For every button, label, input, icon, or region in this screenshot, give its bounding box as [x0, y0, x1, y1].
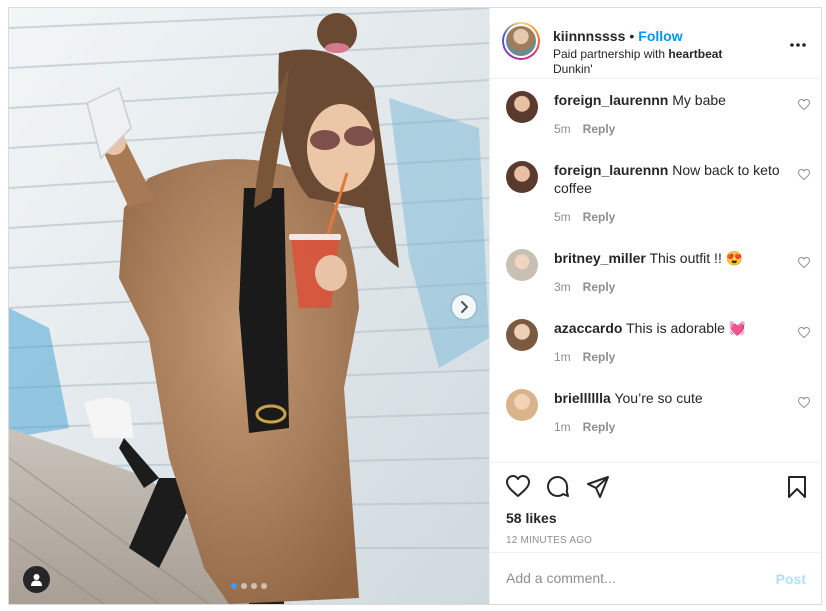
reply-button[interactable]: Reply	[583, 280, 616, 294]
instagram-post: kiinnnssss • Follow Paid partnership with …	[8, 7, 822, 605]
user-icon	[31, 574, 42, 586]
carousel-dot	[241, 583, 247, 589]
reply-button[interactable]: Reply	[583, 350, 616, 364]
post-comment-button[interactable]: Post	[776, 571, 806, 587]
heart-icon[interactable]	[798, 169, 810, 180]
commenter-avatar[interactable]	[506, 161, 538, 193]
comment-text-block: brielllllla You’re so cute	[554, 389, 780, 407]
carousel-indicator	[231, 583, 267, 589]
commenter-avatar[interactable]	[506, 249, 538, 281]
heart-icon[interactable]	[798, 257, 810, 268]
reply-button[interactable]: Reply	[583, 210, 616, 224]
comment-meta: 1m Reply	[554, 350, 615, 364]
commenter-avatar[interactable]	[506, 389, 538, 421]
reply-button[interactable]: Reply	[583, 420, 616, 434]
avatar-frame	[504, 24, 538, 58]
paper-plane-icon[interactable]	[586, 475, 610, 499]
comment-text: This outfit !! 😍	[649, 250, 744, 266]
commenter-avatar[interactable]	[506, 319, 538, 351]
comment-input[interactable]	[506, 570, 756, 586]
post-timestamp[interactable]: 12 MINUTES AGO	[506, 535, 592, 546]
comment-text: You’re so cute	[614, 390, 703, 406]
comments-list: foreign_laurennn My babe 5m Reply foreign…	[490, 79, 822, 459]
carousel-dot	[231, 583, 237, 589]
heart-icon[interactable]	[798, 397, 810, 408]
photo-illustration	[9, 8, 489, 604]
heart-icon[interactable]	[798, 99, 810, 110]
header-user-line: kiinnnssss • Follow	[553, 28, 683, 44]
location-link[interactable]: Dunkin'	[553, 62, 593, 76]
comment-age: 1m	[554, 350, 571, 364]
comment-icon[interactable]	[546, 475, 570, 499]
comment-meta: 3m Reply	[554, 280, 615, 294]
heart-icon[interactable]	[506, 475, 530, 497]
comment-meta: 5m Reply	[554, 122, 615, 136]
comment-text-block: azaccardo This is adorable 💓	[554, 319, 780, 337]
comment-username[interactable]: brielllllla	[554, 390, 611, 406]
reply-button[interactable]: Reply	[583, 122, 616, 136]
author-username[interactable]: kiinnnssss	[553, 28, 625, 44]
chevron-right-icon	[461, 301, 468, 313]
more-horizontal-icon	[790, 43, 806, 47]
more-options-button[interactable]	[790, 34, 806, 52]
partner-link[interactable]: heartbeat	[668, 47, 722, 61]
comment-username[interactable]: britney_miller	[554, 250, 646, 266]
comment-meta: 5m Reply	[554, 210, 615, 224]
comment-text: My babe	[672, 92, 726, 108]
tagged-users-button[interactable]	[23, 566, 50, 593]
paid-partnership-line: Paid partnership with heartbeat	[553, 47, 722, 61]
avatar[interactable]	[502, 22, 540, 60]
comment-age: 5m	[554, 122, 571, 136]
comment-text-block: foreign_laurennn My babe	[554, 91, 780, 109]
comment-age: 3m	[554, 280, 571, 294]
avatar-image	[506, 26, 536, 56]
follow-button[interactable]: Follow	[638, 28, 682, 44]
post-photo[interactable]	[9, 8, 489, 604]
partnership-label: Paid partnership with	[553, 47, 666, 61]
next-slide-button[interactable]	[452, 295, 476, 319]
separator-bullet: •	[629, 28, 635, 44]
comment-username[interactable]: azaccardo	[554, 320, 622, 336]
comment-text-block: britney_miller This outfit !! 😍	[554, 249, 780, 267]
comment-age: 5m	[554, 210, 571, 224]
comment-text-block: foreign_laurennn Now back to keto coffee	[554, 161, 780, 197]
carousel-dot	[251, 583, 257, 589]
comment-username[interactable]: foreign_laurennn	[554, 162, 668, 178]
comment-age: 1m	[554, 420, 571, 434]
post-actions: 58 likes 12 MINUTES AGO	[490, 462, 822, 553]
likes-count[interactable]: 58 likes	[506, 510, 557, 526]
comment-text: This is adorable 💓	[626, 320, 747, 336]
commenter-avatar[interactable]	[506, 91, 538, 123]
bookmark-icon[interactable]	[787, 475, 807, 499]
add-comment-bar: Post	[490, 552, 822, 605]
post-header: kiinnnssss • Follow Paid partnership with …	[490, 8, 822, 79]
comment-username[interactable]: foreign_laurennn	[554, 92, 668, 108]
carousel-dot	[261, 583, 267, 589]
heart-icon[interactable]	[798, 327, 810, 338]
comment-meta: 1m Reply	[554, 420, 615, 434]
post-sidebar: kiinnnssss • Follow Paid partnership with …	[489, 8, 822, 604]
